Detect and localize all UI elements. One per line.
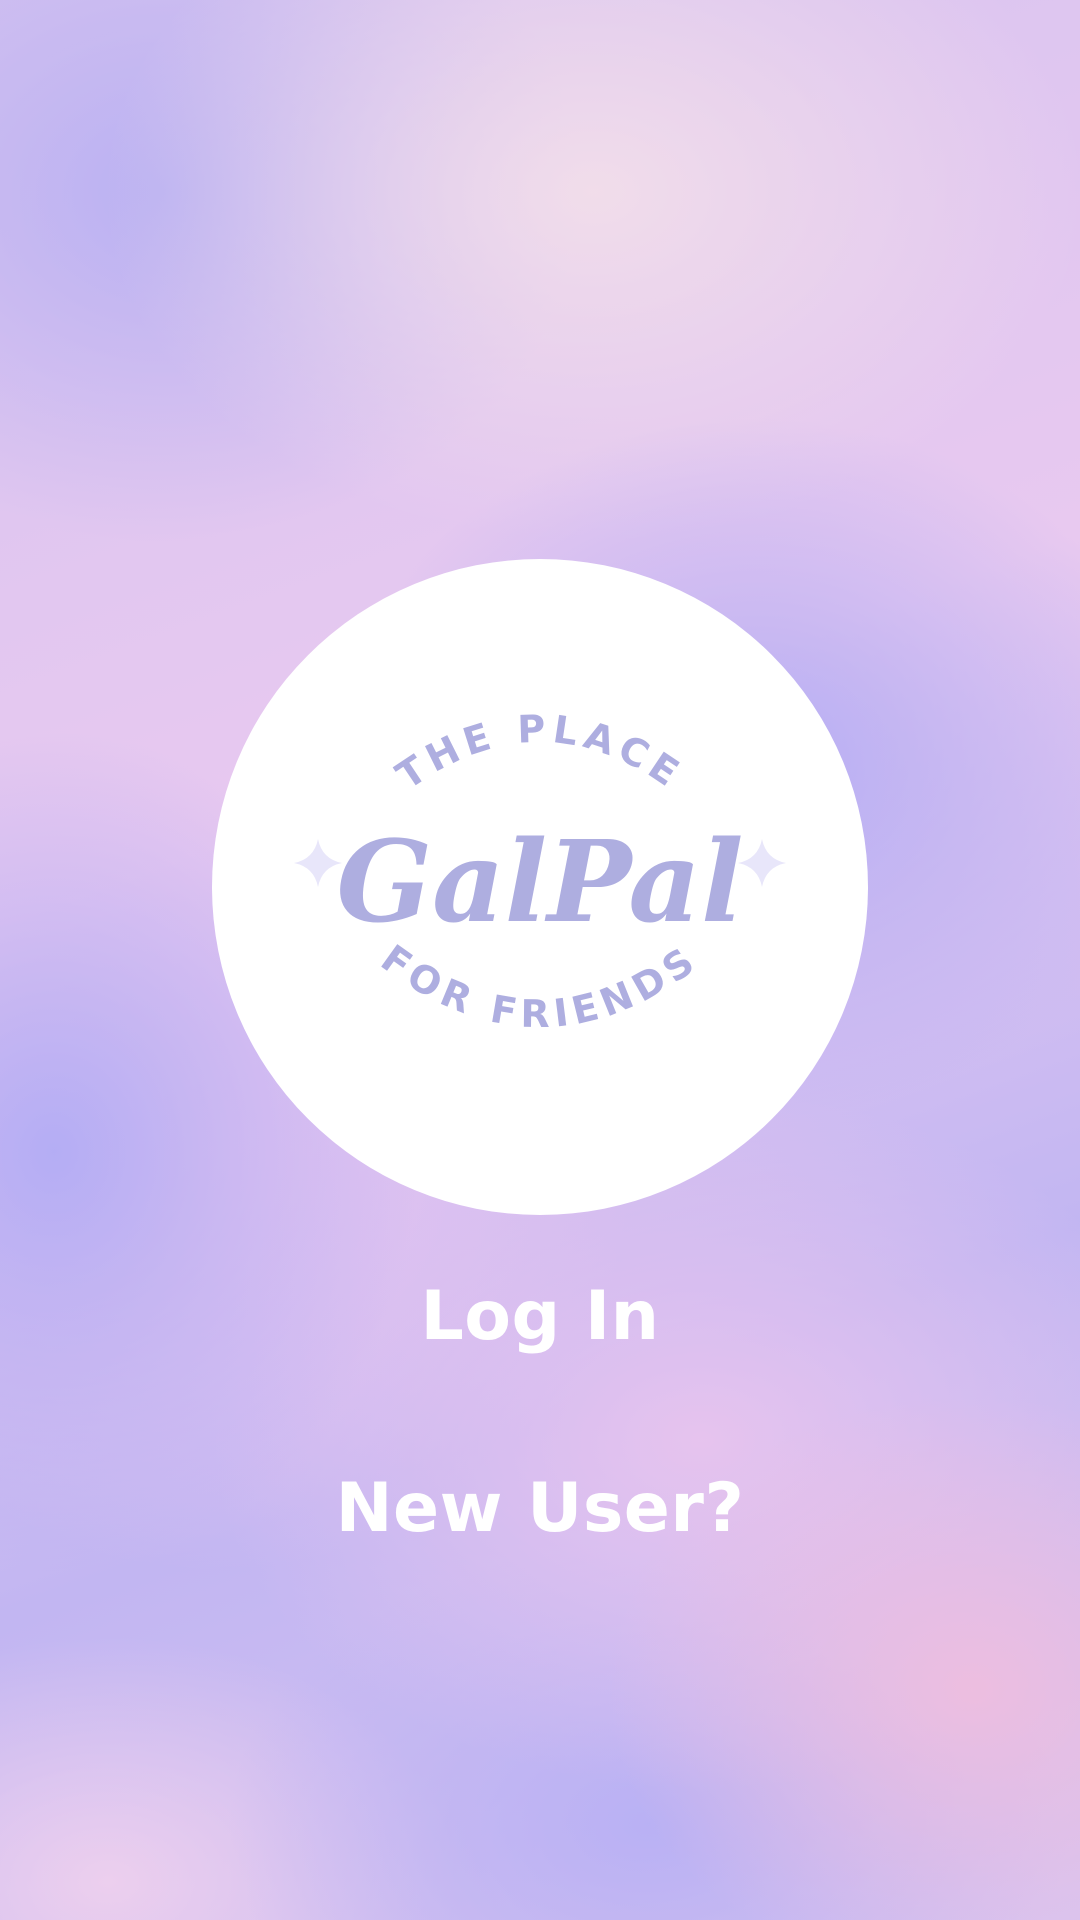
galpal-logo: THE PLACE GalPal FOR FRIENDS xyxy=(212,559,868,1215)
sparkle-icon xyxy=(294,839,342,887)
login-button[interactable]: Log In xyxy=(0,1272,1080,1362)
logo-bottom-text: FOR FRIENDS xyxy=(373,936,707,1036)
logo-top-text: THE PLACE xyxy=(388,707,691,798)
new-user-button[interactable]: New User? xyxy=(0,1464,1080,1554)
logo-wordmark: GalPal xyxy=(336,817,743,948)
sparkle-icon xyxy=(738,839,786,887)
